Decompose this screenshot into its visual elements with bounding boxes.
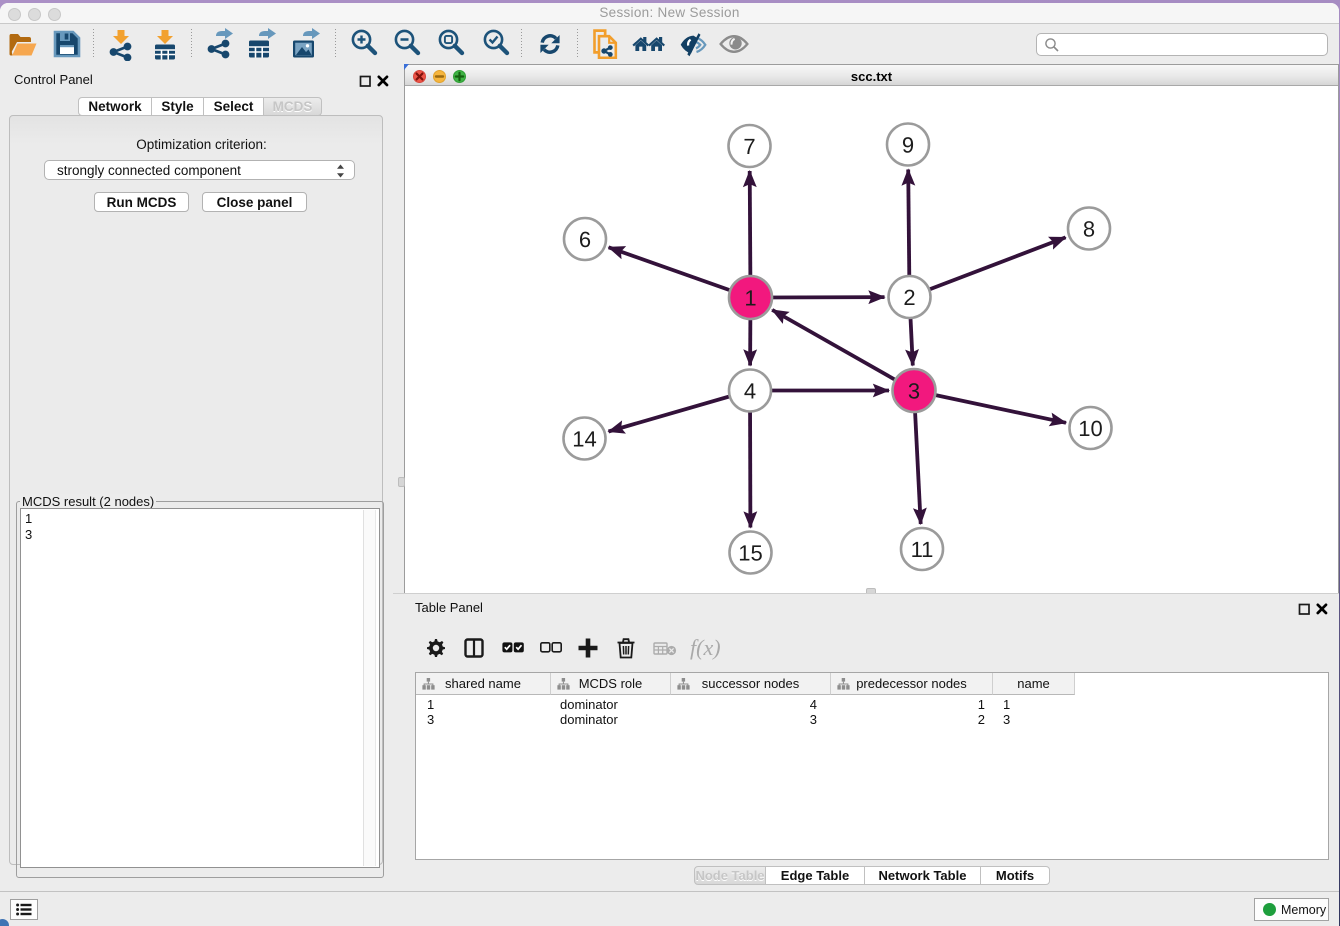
svg-text:11: 11 — [911, 537, 934, 562]
svg-text:9: 9 — [902, 133, 914, 158]
svg-text:15: 15 — [738, 541, 762, 566]
svg-text:7: 7 — [743, 134, 755, 159]
svg-text:2: 2 — [903, 285, 915, 310]
svg-text:1: 1 — [744, 286, 756, 311]
svg-text:4: 4 — [744, 379, 756, 404]
svg-text:6: 6 — [579, 227, 591, 252]
svg-text:14: 14 — [572, 427, 596, 452]
svg-text:3: 3 — [908, 379, 920, 404]
svg-text:8: 8 — [1083, 217, 1095, 242]
svg-text:10: 10 — [1078, 416, 1102, 441]
